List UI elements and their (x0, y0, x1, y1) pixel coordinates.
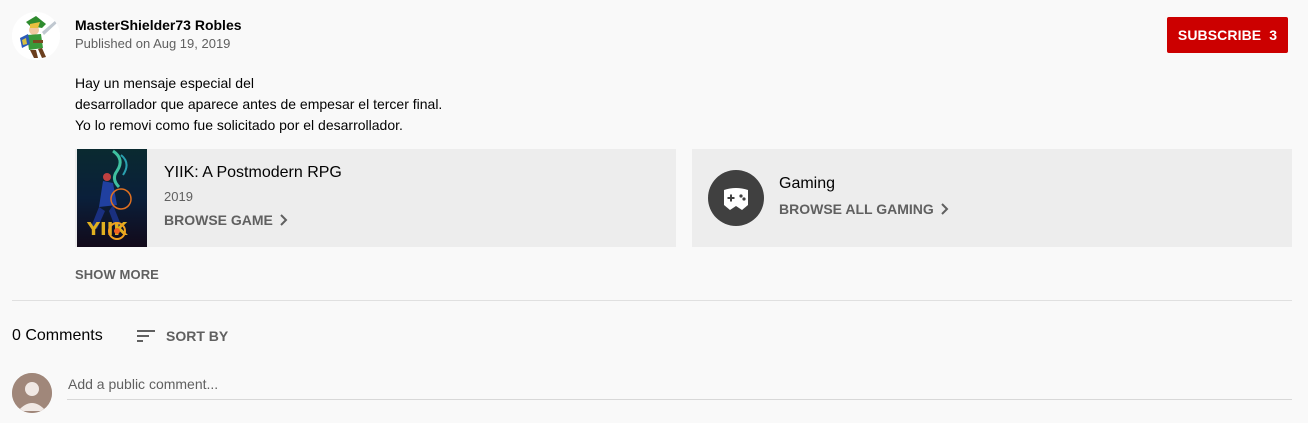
publish-date: Published on Aug 19, 2019 (75, 36, 231, 51)
sort-by-button[interactable]: SORT BY (136, 325, 228, 347)
gaming-topic-icon-wrap (708, 170, 764, 226)
subscribe-button[interactable]: SUBSCRIBE 3 (1167, 17, 1288, 53)
user-avatar[interactable] (12, 373, 52, 413)
comment-input[interactable] (67, 373, 1292, 400)
description-line: Yo lo removi como fue solicitado por el … (75, 117, 403, 133)
description-line: desarrollador que aparece antes de empes… (75, 96, 443, 112)
link-character-icon (12, 12, 60, 60)
topic-card[interactable]: Gaming BROWSE ALL GAMING (692, 149, 1292, 247)
browse-all-gaming-label: BROWSE ALL GAMING (779, 201, 934, 217)
game-title: YIIK: A Postmodern RPG (164, 164, 342, 181)
show-more-button[interactable]: SHOW MORE (75, 267, 159, 282)
video-owner-row: MasterShielder73 Robles Published on Aug… (12, 12, 1292, 62)
description-line: Hay un mensaje especial del (75, 75, 254, 91)
game-boxart-icon: YIIK (77, 149, 147, 247)
channel-avatar[interactable] (12, 12, 60, 60)
default-user-icon (12, 373, 52, 413)
subscribe-label: SUBSCRIBE (1177, 27, 1262, 43)
subscriber-count: 3 (1269, 27, 1278, 43)
browse-game-label: BROWSE GAME (164, 212, 273, 228)
chevron-right-icon (280, 214, 288, 226)
chevron-right-icon (941, 203, 949, 215)
sort-by-label: SORT BY (166, 328, 229, 344)
section-divider (12, 300, 1292, 301)
sort-icon (137, 330, 155, 342)
comments-count: 0 Comments (12, 327, 103, 344)
browse-game-link[interactable]: BROWSE GAME (164, 212, 289, 228)
topic-title: Gaming (779, 175, 836, 192)
game-card[interactable]: YIIK YIIK: A Postmodern RPG 2019 BROWSE … (75, 149, 676, 247)
browse-all-gaming-link[interactable]: BROWSE ALL GAMING (779, 201, 950, 217)
gamepad-icon (724, 188, 748, 210)
channel-name[interactable]: MasterShielder73 Robles (75, 17, 242, 33)
video-description: Hay un mensaje especial del desarrollado… (75, 73, 775, 136)
game-year: 2019 (164, 189, 193, 204)
